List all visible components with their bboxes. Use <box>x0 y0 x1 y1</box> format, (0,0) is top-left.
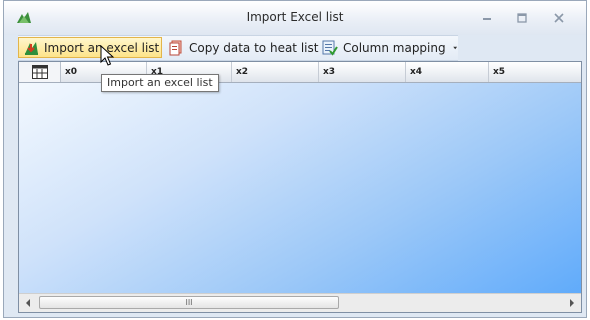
scrollbar-thumb[interactable]: III <box>39 296 339 309</box>
column-header-x2[interactable]: x2 <box>232 62 319 82</box>
copy-to-heat-list-button[interactable]: Copy data to heat list <box>164 37 319 58</box>
minimize-icon[interactable] <box>480 12 494 24</box>
import-excel-icon <box>25 41 38 55</box>
import-excel-button[interactable]: Import an excel list <box>18 37 162 58</box>
maximize-icon[interactable] <box>515 12 529 24</box>
scroll-right-arrow-icon[interactable] <box>563 294 581 312</box>
toolbar: Import an excel list Copy data to heat l… <box>18 35 458 61</box>
column-mapping-dropdown[interactable]: Column mapping <box>318 37 458 58</box>
title-bar[interactable]: Import Excel list <box>4 1 586 35</box>
grid-corner-button[interactable] <box>19 62 61 82</box>
import-excel-window: Import Excel list Import an excel list C… <box>3 0 587 318</box>
copy-document-icon <box>169 40 182 55</box>
scrollbar-grip: III <box>185 298 193 307</box>
chevron-down-icon <box>452 46 457 49</box>
column-header-x4[interactable]: x4 <box>406 62 489 82</box>
column-mapping-icon <box>322 40 338 56</box>
tooltip: Import an excel list <box>101 74 219 92</box>
mouse-pointer-icon <box>100 45 114 66</box>
column-mapping-label: Column mapping <box>343 40 446 55</box>
column-header-x5[interactable]: x5 <box>489 62 581 82</box>
horizontal-scrollbar[interactable]: III <box>19 293 581 312</box>
column-chooser-icon <box>32 65 48 79</box>
data-grid[interactable]: x0 x1 x2 x3 x4 x5 III <box>18 61 582 313</box>
window-title: Import Excel list <box>246 10 344 24</box>
copy-to-heat-list-label: Copy data to heat list <box>189 40 319 55</box>
close-icon[interactable] <box>552 12 566 24</box>
column-header-x3[interactable]: x3 <box>319 62 406 82</box>
scroll-left-arrow-icon[interactable] <box>19 294 37 312</box>
